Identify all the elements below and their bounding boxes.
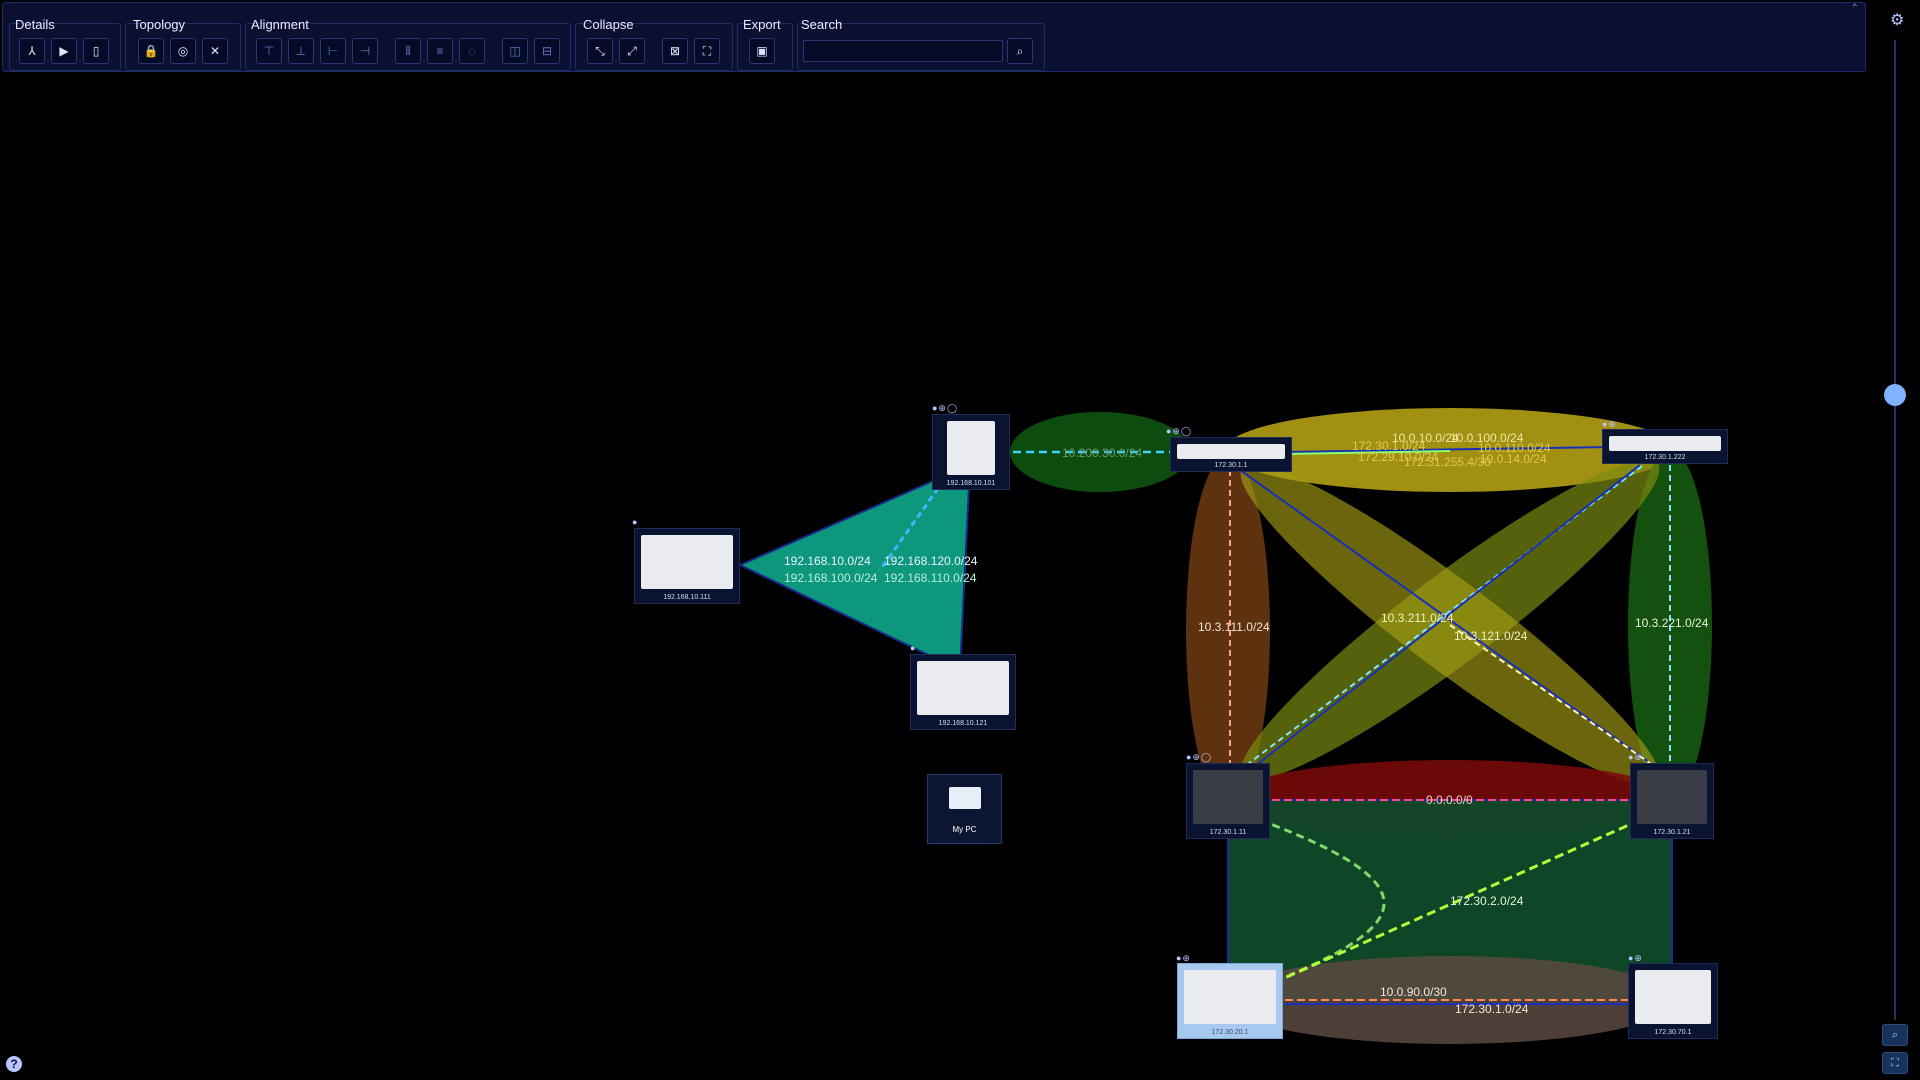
node-172-30-1-1[interactable]: 172.30.1.1: [1170, 437, 1292, 472]
subnet-label: 192.168.120.0/24: [884, 554, 978, 568]
node-172-30-1-11[interactable]: 172.30.1.11: [1186, 763, 1270, 839]
laptop-icon: [949, 787, 981, 809]
node-label: 192.168.10.121: [938, 720, 988, 727]
node-status-icons[interactable]: ●⊕◯: [1186, 752, 1212, 763]
node-label: My PC: [952, 825, 977, 834]
node-192-168-10-111[interactable]: 192.168.10.111: [634, 528, 740, 604]
subnet-label: 10.3.221.0/24: [1635, 616, 1709, 630]
switch-device-icon: [1184, 970, 1276, 1024]
subnet-label: 0.0.0.0/0: [1426, 793, 1473, 807]
switch-device-icon: [1193, 770, 1263, 824]
router-device-icon: [1609, 436, 1721, 451]
node-my-pc[interactable]: My PC: [927, 774, 1002, 844]
node-status-icons[interactable]: ●: [910, 643, 916, 653]
node-label: 172.30.1.11: [1209, 829, 1247, 836]
subnet-label: 172.30.1.0/24: [1455, 1002, 1529, 1016]
subnet-label: 10.0.14.0/24: [1480, 452, 1547, 466]
fit-view-icon[interactable]: ⛶: [1882, 1052, 1908, 1074]
switch-device-icon: [917, 661, 1009, 715]
subnet-label: 172.30.2.0/24: [1450, 894, 1524, 908]
zoom-slider-thumb[interactable]: [1884, 384, 1906, 406]
help-icon[interactable]: ?: [6, 1056, 22, 1072]
node-172-30-70-1[interactable]: 172.30.70.1: [1628, 963, 1718, 1039]
node-label: 192.168.10.111: [663, 594, 711, 601]
node-192-168-10-121[interactable]: 192.168.10.121: [910, 654, 1016, 730]
node-label: 172.30.70.1: [1654, 1029, 1692, 1036]
subnet-label: 192.168.110.0/24: [884, 571, 977, 585]
node-172-30-1-222[interactable]: 172.30.1.222: [1602, 429, 1728, 464]
node-label: 172.30.1.1: [1214, 462, 1248, 469]
node-status-icons[interactable]: ●⊕◯: [1166, 426, 1192, 437]
node-label: 172.30.1.21: [1653, 829, 1691, 836]
subnet-label: 10.0.90.0/30: [1380, 985, 1447, 999]
settings-gear-icon[interactable]: ⚙: [1890, 10, 1904, 30]
switch-device-icon: [1635, 970, 1711, 1024]
subnet-label: 192.168.10.0/24: [784, 554, 871, 568]
node-status-icons[interactable]: ●: [632, 517, 638, 527]
zoom-search-icon[interactable]: ⌕: [1882, 1024, 1908, 1046]
node-status-icons[interactable]: ●⊕: [1628, 752, 1643, 763]
node-172-30-20-1[interactable]: 172.30.20.1: [1177, 963, 1283, 1039]
subnet-label: 172.31.255.4/30: [1404, 455, 1491, 469]
zoom-slider-track[interactable]: [1894, 40, 1896, 1020]
node-label: 192.168.10.101: [946, 480, 996, 487]
switch-device-icon: [947, 421, 995, 475]
node-label: 172.30.1.222: [1644, 454, 1686, 461]
subnet-label: 10.3.121.0/24: [1454, 629, 1528, 643]
node-label: 172.30.20.1: [1211, 1029, 1249, 1036]
topology-canvas[interactable]: 192.168.10.0/24 192.168.100.0/24 192.168…: [0, 0, 1920, 1080]
node-192-168-10-101[interactable]: 192.168.10.101: [932, 414, 1010, 490]
node-status-icons[interactable]: ●⊕◯: [932, 403, 958, 414]
subnet-label: 10.3.111.0/24: [1198, 620, 1270, 634]
switch-device-icon: [1637, 770, 1707, 824]
subnet-label: 10.3.211.0/24: [1381, 611, 1454, 625]
subnet-label: 192.168.100.0/24: [784, 571, 878, 585]
switch-device-icon: [641, 535, 733, 589]
router-device-icon: [1177, 444, 1285, 459]
node-172-30-1-21[interactable]: 172.30.1.21: [1630, 763, 1714, 839]
subnet-label: 10.200.30.0/24: [1062, 446, 1142, 460]
